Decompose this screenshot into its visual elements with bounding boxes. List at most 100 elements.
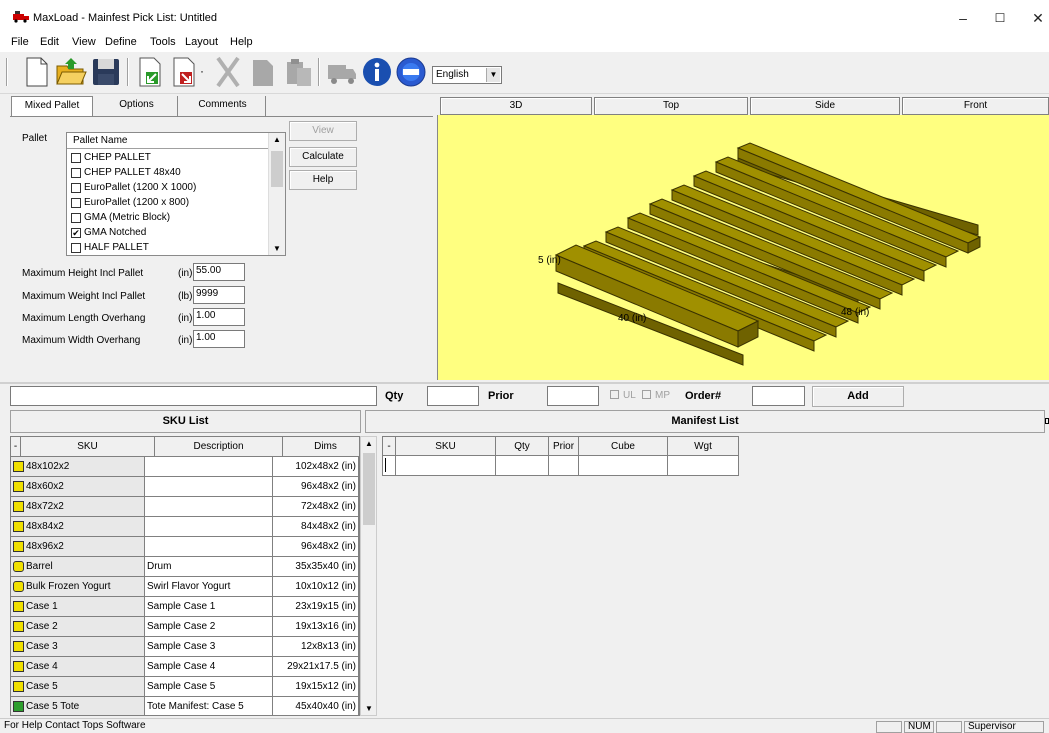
menu-tools[interactable]: Tools <box>150 36 176 48</box>
tab-comments[interactable]: Comments <box>180 96 266 116</box>
pallet-checkbox[interactable] <box>71 212 81 223</box>
pallet-checkbox[interactable] <box>71 242 81 253</box>
manifest-wgt-cell[interactable] <box>668 456 739 476</box>
3d-viewer[interactable]: 5 (in) 40 (in) 48 (in) <box>437 115 1049 380</box>
pallet-list[interactable]: Pallet Name CHEP PALLET CHEP PALLET 48x4… <box>66 132 286 256</box>
column-header-sku[interactable]: SKU <box>396 436 496 456</box>
column-header-qty[interactable]: Qty <box>496 436 549 456</box>
sku-list-scrollbar[interactable]: ▲ ▼ <box>360 436 377 716</box>
description-cell[interactable]: Sample Case 2 <box>145 617 273 637</box>
tab-mixed-pallet[interactable]: Mixed Pallet <box>11 96 93 117</box>
tab-top[interactable]: Top <box>594 97 748 115</box>
dims-cell[interactable]: 84x48x2 (in) <box>273 517 359 537</box>
max-width-overhang-field[interactable]: 1.00 <box>193 330 245 348</box>
order-field[interactable] <box>752 386 805 406</box>
paste-icon[interactable] <box>283 56 315 88</box>
column-header-prior[interactable]: Prior <box>549 436 579 456</box>
sku-cell[interactable]: Case 1 <box>11 597 145 617</box>
description-cell[interactable]: Sample Case 5 <box>145 677 273 697</box>
table-row[interactable]: 48x102x2 102x48x2 (in) <box>11 457 359 477</box>
dims-cell[interactable]: 10x10x12 (in) <box>273 577 359 597</box>
max-weight-field[interactable]: 9999 <box>193 286 245 304</box>
table-row[interactable]: 48x60x2 96x48x2 (in) <box>11 477 359 497</box>
table-row[interactable]: 48x84x2 84x48x2 (in) <box>11 517 359 537</box>
description-cell[interactable]: Sample Case 4 <box>145 657 273 677</box>
cut-icon[interactable] <box>212 56 244 88</box>
manifest-cube-cell[interactable] <box>579 456 668 476</box>
restore-pane-icon[interactable] <box>1045 418 1049 424</box>
description-cell[interactable] <box>145 457 273 477</box>
manifest-prior-cell[interactable] <box>549 456 579 476</box>
tab-3d[interactable]: 3D <box>440 97 592 115</box>
description-cell[interactable] <box>145 497 273 517</box>
prior-field[interactable] <box>547 386 599 406</box>
chevron-down-icon[interactable]: ▼ <box>273 244 281 253</box>
sku-cell[interactable]: Case 2 <box>11 617 145 637</box>
description-cell[interactable]: Drum <box>145 557 273 577</box>
menu-view[interactable]: View <box>72 36 96 48</box>
open-icon[interactable] <box>55 56 87 88</box>
tab-options[interactable]: Options <box>96 96 178 116</box>
row-selector-header[interactable]: - <box>382 436 396 456</box>
help-icon[interactable] <box>395 56 427 88</box>
sku-cell[interactable]: Barrel <box>11 557 145 577</box>
close-button[interactable]: ✕ <box>1018 6 1049 30</box>
table-row[interactable]: 48x72x2 72x48x2 (in) <box>11 497 359 517</box>
pallet-item[interactable]: ✔ GMA Notched <box>71 225 146 240</box>
scroll-thumb[interactable] <box>363 453 375 525</box>
menu-edit[interactable]: Edit <box>40 36 59 48</box>
language-select[interactable]: English ▼ <box>432 66 502 84</box>
table-row[interactable]: 48x96x2 96x48x2 (in) <box>11 537 359 557</box>
pallet-list-header[interactable]: Pallet Name <box>67 133 269 149</box>
description-cell[interactable]: Tote Manifest: Case 5 <box>145 697 273 715</box>
column-header-dims[interactable]: Dims <box>283 437 359 457</box>
info-icon[interactable] <box>361 56 393 88</box>
description-cell[interactable]: Sample Case 3 <box>145 637 273 657</box>
dims-cell[interactable]: 23x19x15 (in) <box>273 597 359 617</box>
dims-cell[interactable]: 96x48x2 (in) <box>273 537 359 557</box>
dims-cell[interactable]: 96x48x2 (in) <box>273 477 359 497</box>
table-row[interactable]: Bulk Frozen Yogurt Swirl Flavor Yogurt 1… <box>11 577 359 597</box>
dims-cell[interactable]: 102x48x2 (in) <box>273 457 359 477</box>
table-row[interactable] <box>382 456 739 476</box>
calculate-button[interactable]: Calculate <box>289 147 357 167</box>
sku-cell[interactable]: 48x84x2 <box>11 517 145 537</box>
pallet-checkbox[interactable] <box>71 182 81 193</box>
menu-help[interactable]: Help <box>230 36 253 48</box>
table-row[interactable]: Barrel Drum 35x35x40 (in) <box>11 557 359 577</box>
sku-cell[interactable]: Case 5 Tote <box>11 697 145 715</box>
pallet-item[interactable]: HALF PALLET <box>71 240 149 255</box>
manifest-sku-cell[interactable] <box>396 456 496 476</box>
row-selector-header[interactable]: - <box>11 437 21 457</box>
description-cell[interactable]: Swirl Flavor Yogurt <box>145 577 273 597</box>
sku-cell[interactable]: Case 5 <box>11 677 145 697</box>
row-selector[interactable] <box>382 456 396 476</box>
sku-cell[interactable]: 48x96x2 <box>11 537 145 557</box>
column-header-description[interactable]: Description <box>155 437 283 457</box>
sku-cell[interactable]: Case 4 <box>11 657 145 677</box>
copy-icon[interactable] <box>247 56 279 88</box>
dims-cell[interactable]: 29x21x17.5 (in) <box>273 657 359 677</box>
manifest-qty-cell[interactable] <box>496 456 549 476</box>
export-icon[interactable] <box>168 56 200 88</box>
pallet-item[interactable]: EuroPallet (1200 X 1000) <box>71 180 196 195</box>
chevron-down-icon[interactable]: ▼ <box>365 704 373 713</box>
new-icon[interactable] <box>20 56 52 88</box>
sku-cell[interactable]: 48x60x2 <box>11 477 145 497</box>
description-cell[interactable] <box>145 477 273 497</box>
description-cell[interactable]: Sample Case 1 <box>145 597 273 617</box>
dims-cell[interactable]: 35x35x40 (in) <box>273 557 359 577</box>
save-icon[interactable] <box>90 56 122 88</box>
menu-define[interactable]: Define <box>105 36 137 48</box>
maximize-button[interactable]: ☐ <box>980 6 1020 30</box>
menu-file[interactable]: File <box>11 36 29 48</box>
export-dropdown-icon[interactable]: · <box>200 64 204 78</box>
pallet-checkbox[interactable] <box>71 167 81 178</box>
max-height-field[interactable]: 55.00 <box>193 263 245 281</box>
description-cell[interactable] <box>145 537 273 557</box>
minimize-button[interactable]: – <box>943 6 983 30</box>
table-row[interactable]: Case 1 Sample Case 1 23x19x15 (in) <box>11 597 359 617</box>
sku-cell[interactable]: 48x102x2 <box>11 457 145 477</box>
mp-checkbox[interactable] <box>642 390 651 399</box>
column-header-wgt[interactable]: Wgt <box>668 436 739 456</box>
